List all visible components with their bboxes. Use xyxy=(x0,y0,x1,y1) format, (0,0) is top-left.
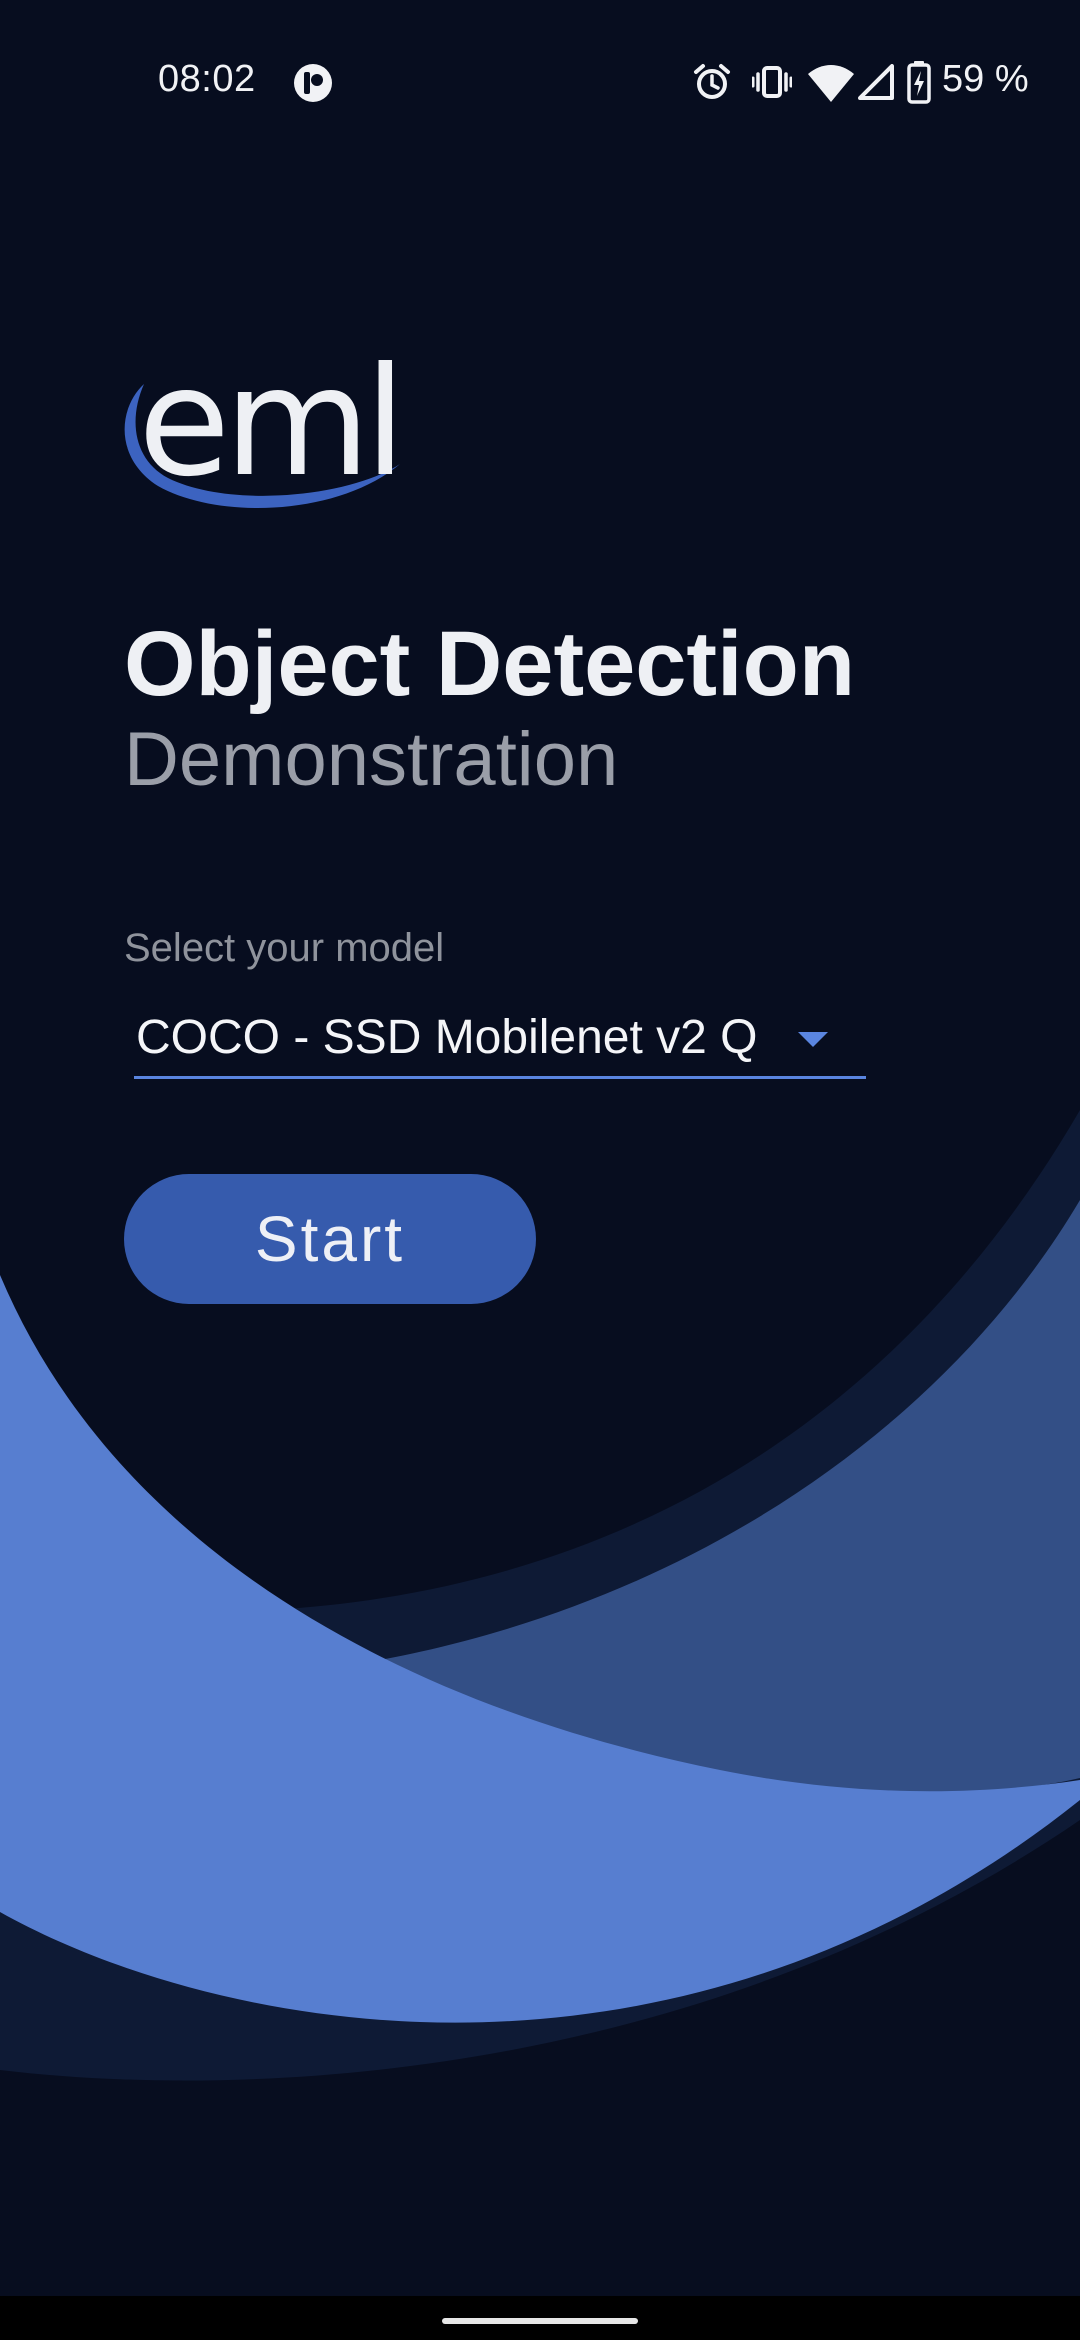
start-button-label: Start xyxy=(254,1203,406,1275)
model-dropdown[interactable]: COCO - SSD Mobilenet v2 Q xyxy=(134,1002,866,1079)
model-dropdown-value: COCO - SSD Mobilenet v2 Q xyxy=(136,1011,758,1064)
page-subtitle: Demonstration xyxy=(124,717,619,802)
logo-text: eml xyxy=(138,336,406,510)
status-time: 08:02 xyxy=(158,58,256,100)
home-gesture-handle[interactable] xyxy=(442,2318,638,2324)
vibrate-icon xyxy=(752,66,792,98)
wifi-icon xyxy=(808,65,854,102)
model-select-label: Select your model xyxy=(124,926,445,970)
alarm-icon xyxy=(694,64,730,99)
status-bar: 08:02 59 % xyxy=(0,0,1080,170)
start-button[interactable]: Start xyxy=(124,1174,536,1304)
battery-charging-icon xyxy=(907,61,931,104)
app-notification-icon xyxy=(294,64,332,102)
dropdown-arrow-icon xyxy=(798,1032,828,1047)
cellular-signal-icon xyxy=(858,64,894,100)
page-title: Object Detection xyxy=(124,613,856,715)
eml-logo: eml xyxy=(118,348,408,528)
battery-percentage: 59 % xyxy=(942,58,1029,100)
